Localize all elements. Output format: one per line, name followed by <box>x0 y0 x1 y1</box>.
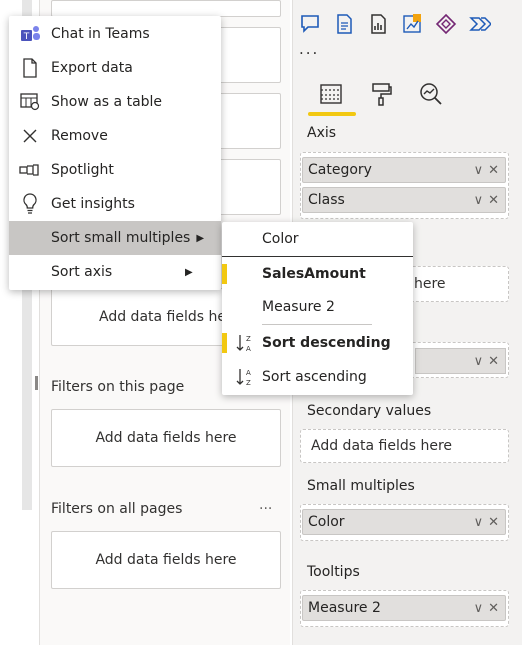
field-chip[interactable]: Measure 2 ∨ ✕ <box>302 595 506 621</box>
active-tab-underline <box>308 112 356 116</box>
field-chip[interactable]: Category ∨ ✕ <box>302 157 506 183</box>
more-options-icon[interactable]: ... <box>259 497 272 513</box>
submenu-item-label: SalesAmount <box>262 266 366 282</box>
python-visual-icon[interactable] <box>398 10 426 38</box>
svg-text:Z: Z <box>246 335 251 343</box>
secondary-values-well[interactable]: Add data fields here <box>300 429 509 463</box>
close-icon[interactable]: ✕ <box>488 354 499 369</box>
field-chip[interactable]: Class ∨ ✕ <box>302 187 506 213</box>
add-fields-label: Add data fields here <box>95 430 237 446</box>
fields-tab-icon[interactable] <box>313 76 349 112</box>
sort-descending-icon: ZA <box>227 333 262 353</box>
menu-item-label: Chat in Teams <box>51 26 150 42</box>
submenu-item-label: Sort ascending <box>262 369 367 385</box>
close-icon[interactable]: ✕ <box>488 163 499 178</box>
menu-item-label: Spotlight <box>51 162 114 178</box>
power-automate-icon[interactable] <box>466 10 494 38</box>
menu-item-label: Sort axis <box>51 264 113 280</box>
menu-item-spotlight[interactable]: Spotlight <box>9 153 221 187</box>
lightbulb-icon <box>9 193 51 215</box>
menu-item-label: Get insights <box>51 196 135 212</box>
menu-item-sort-small-multiples[interactable]: Sort small multiples ▶ <box>9 221 221 255</box>
menu-item-remove[interactable]: Remove <box>9 119 221 153</box>
chip-label: Color <box>308 514 345 530</box>
menu-item-show-as-table[interactable]: Show as a table <box>9 85 221 119</box>
menu-item-export-data[interactable]: Export data <box>9 51 221 85</box>
submenu-item-measure-2[interactable]: Measure 2 <box>222 290 413 324</box>
scrollbar-thumb[interactable] <box>35 376 38 390</box>
chevron-down-icon[interactable]: ∨ <box>474 193 484 208</box>
chevron-down-icon[interactable]: ∨ <box>474 601 484 616</box>
close-icon <box>9 128 51 144</box>
teams-icon: T <box>9 24 51 44</box>
table-view-icon <box>9 93 51 111</box>
submenu-item-sort-descending[interactable]: ZA Sort descending <box>222 326 413 360</box>
add-fields-label: here <box>414 276 446 292</box>
submenu-item-label: Measure 2 <box>262 299 335 315</box>
menu-item-label: Export data <box>51 60 133 76</box>
menu-item-get-insights[interactable]: Get insights <box>9 187 221 221</box>
add-fields-label: Add data fields here <box>311 438 453 454</box>
close-icon[interactable]: ✕ <box>488 515 499 530</box>
menu-item-sort-axis[interactable]: Sort axis ▶ <box>9 255 221 289</box>
export-icon <box>9 58 51 78</box>
chevron-down-icon[interactable]: ∨ <box>474 163 484 178</box>
selected-indicator <box>222 264 227 284</box>
submenu-item-salesamount[interactable]: SalesAmount <box>222 257 413 291</box>
report-chart-icon[interactable] <box>364 10 392 38</box>
filters-on-all-pages-title: Filters on all pages <box>51 501 183 517</box>
analytics-magnifier-icon[interactable] <box>413 76 449 112</box>
small-multiples-label: Small multiples <box>307 478 415 494</box>
format-paint-roller-icon[interactable] <box>363 76 399 112</box>
svg-text:A: A <box>246 345 251 353</box>
speech-bubble-icon[interactable] <box>296 10 324 38</box>
svg-text:A: A <box>246 369 251 377</box>
filter-card-top[interactable] <box>51 0 281 17</box>
submenu-divider <box>262 324 372 325</box>
power-apps-icon[interactable] <box>432 10 460 38</box>
add-fields-label: Add data fields here <box>99 309 241 325</box>
more-visuals-icon[interactable]: ... <box>299 40 319 58</box>
field-chip[interactable]: Color ∨ ✕ <box>302 509 506 535</box>
menu-item-label: Show as a table <box>51 94 163 110</box>
close-icon[interactable]: ✕ <box>488 601 499 616</box>
add-fields-label: Add data fields here <box>95 552 237 568</box>
chip-label: Category <box>308 162 372 178</box>
submenu-item-sort-ascending[interactable]: AZ Sort ascending <box>222 360 413 394</box>
sort-ascending-icon: AZ <box>227 367 262 387</box>
menu-item-label: Remove <box>51 128 108 144</box>
chip-label: Measure 2 <box>308 600 381 616</box>
chevron-right-icon: ▶ <box>196 232 205 244</box>
filter-add-box[interactable]: Add data fields here <box>51 531 281 589</box>
menu-item-chat-in-teams[interactable]: T Chat in Teams <box>9 17 221 51</box>
chevron-down-icon[interactable]: ∨ <box>474 354 484 369</box>
paginated-report-icon[interactable] <box>330 10 358 38</box>
chevron-right-icon: ▶ <box>185 266 193 278</box>
chip-label: Class <box>308 192 345 208</box>
submenu-item-label: Color <box>262 231 299 247</box>
chevron-down-icon[interactable]: ∨ <box>474 515 484 530</box>
close-icon[interactable]: ✕ <box>488 193 499 208</box>
filter-add-box[interactable]: Add data fields here <box>51 409 281 467</box>
svg-text:T: T <box>23 32 30 42</box>
secondary-values-label: Secondary values <box>307 403 432 419</box>
submenu-item-label: Sort descending <box>262 335 391 351</box>
tooltips-label: Tooltips <box>307 564 360 580</box>
spotlight-icon <box>9 163 51 177</box>
filters-on-page-title: Filters on this page <box>51 379 185 395</box>
menu-item-label: Sort small multiples <box>51 230 191 246</box>
svg-text:Z: Z <box>246 379 251 387</box>
field-chip[interactable]: ∨ ✕ <box>415 348 506 374</box>
submenu-item-color[interactable]: Color <box>222 222 413 256</box>
axis-well-label: Axis <box>307 125 337 141</box>
